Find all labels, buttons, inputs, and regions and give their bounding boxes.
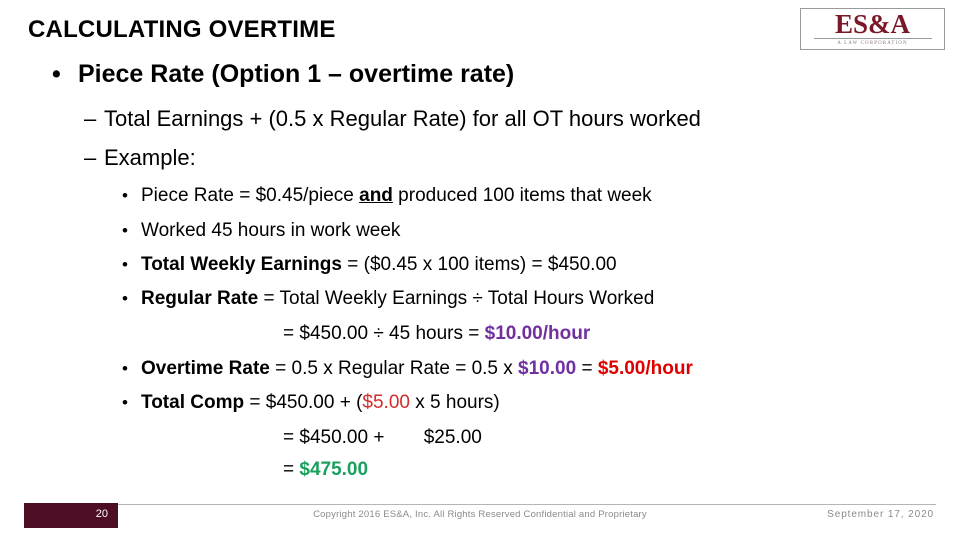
list-item-total-weekly-earnings: • Total Weekly Earnings = ($0.45 x 100 it… [122,253,617,277]
slide-canvas: ES&A A LAW CORPORATION CALCULATING OVERT… [0,0,960,540]
total-comp-result-pre: = [283,459,300,480]
list-item-piece-rate: • Piece Rate = $0.45/piece and produced 1… [122,184,652,208]
dash-marker-icon: – [84,106,97,131]
list-item-total-comp: • Total Comp = $450.00 + ($5.00 x 5 hours… [122,391,500,415]
total-comp-result: = $475.00 [283,458,368,482]
bullet-dot-icon: • [122,393,128,412]
regular-rate-result-value: $10.00/hour [484,323,591,344]
total-weekly-earnings-value: = ($0.45 x 100 items) = $450.00 [341,254,617,275]
total-comp-post: x 5 hours) [409,392,500,413]
regular-rate-label: Regular Rate [141,288,259,309]
list-item-worked-hours: • Worked 45 hours in work week [122,219,400,243]
bullet-dot-icon: • [122,186,128,205]
overtime-rate-mid: = 0.5 x Regular Rate = 0.5 x [269,358,519,379]
piece-rate-text: Piece Rate = $0.45/piece and produced 10… [141,184,652,208]
regular-rate-formula: = Total Weekly Earnings ÷ Total Hours Wo… [258,288,655,309]
logo-wordmark: ES&A [834,9,910,39]
overtime-rate-separator: = [576,358,598,379]
total-weekly-earnings-label: Total Weekly Earnings [141,254,342,275]
bullet-level2-example-label: Example: [104,145,196,170]
overtime-rate-result-value: $5.00/hour [597,358,693,379]
bullet-level2-formula: – Total Earnings + (0.5 x Regular Rate) f… [84,106,701,132]
bullet-level2-example: – Example: [84,145,196,171]
regular-rate-result-pre: = $450.00 ÷ 45 hours = [283,323,485,344]
total-comp-ot-rate-value: $5.00 [362,392,410,413]
total-comp-line-two-pre: = $450.00 + [283,427,390,448]
list-item-overtime-rate: • Overtime Rate = 0.5 x Regular Rate = 0.… [122,357,693,381]
slide-title: CALCULATING OVERTIME [28,16,336,43]
list-item-regular-rate: • Regular Rate = Total Weekly Earnings ÷ … [122,287,654,311]
piece-rate-emphasis: and [359,185,393,206]
bullet-dot-icon: • [52,60,61,88]
bullet-dot-icon: • [122,359,128,378]
total-comp-mid: = $450.00 + ( [244,392,363,413]
company-logo: ES&A A LAW CORPORATION [800,8,945,50]
bullet-level1: • Piece Rate (Option 1 – overtime rate) [52,60,514,89]
regular-rate-result: = $450.00 ÷ 45 hours = $10.00/hour [283,322,590,346]
dash-marker-icon: – [84,145,97,170]
total-comp-label: Total Comp [141,392,245,413]
footer-divider [24,504,936,505]
overtime-rate-regular-value: $10.00 [518,358,577,379]
worked-hours-label: Worked 45 hours in work week [141,220,401,241]
bullet-level2-formula-label: Total Earnings + (0.5 x Regular Rate) fo… [104,106,701,131]
bullet-dot-icon: • [122,289,128,308]
bullet-dot-icon: • [122,221,128,240]
footer-date: September 17, 2020 [827,509,934,520]
bullet-level1-label: Piece Rate (Option 1 – overtime rate) [78,60,515,88]
footer-copyright: Copyright 2016 ES&A, Inc. All Rights Res… [313,509,647,520]
piece-rate-pre: Piece Rate = $0.45/piece [141,185,360,206]
total-comp-line-two: = $450.00 + $25.00 [283,426,482,450]
logo-tagline: A LAW CORPORATION [837,41,908,46]
total-comp-line-two-value: $25.00 [423,427,482,448]
piece-rate-post: produced 100 items that week [392,185,652,206]
bullet-dot-icon: • [122,255,128,274]
overtime-rate-label: Overtime Rate [141,358,270,379]
total-comp-result-value: $475.00 [299,459,369,480]
